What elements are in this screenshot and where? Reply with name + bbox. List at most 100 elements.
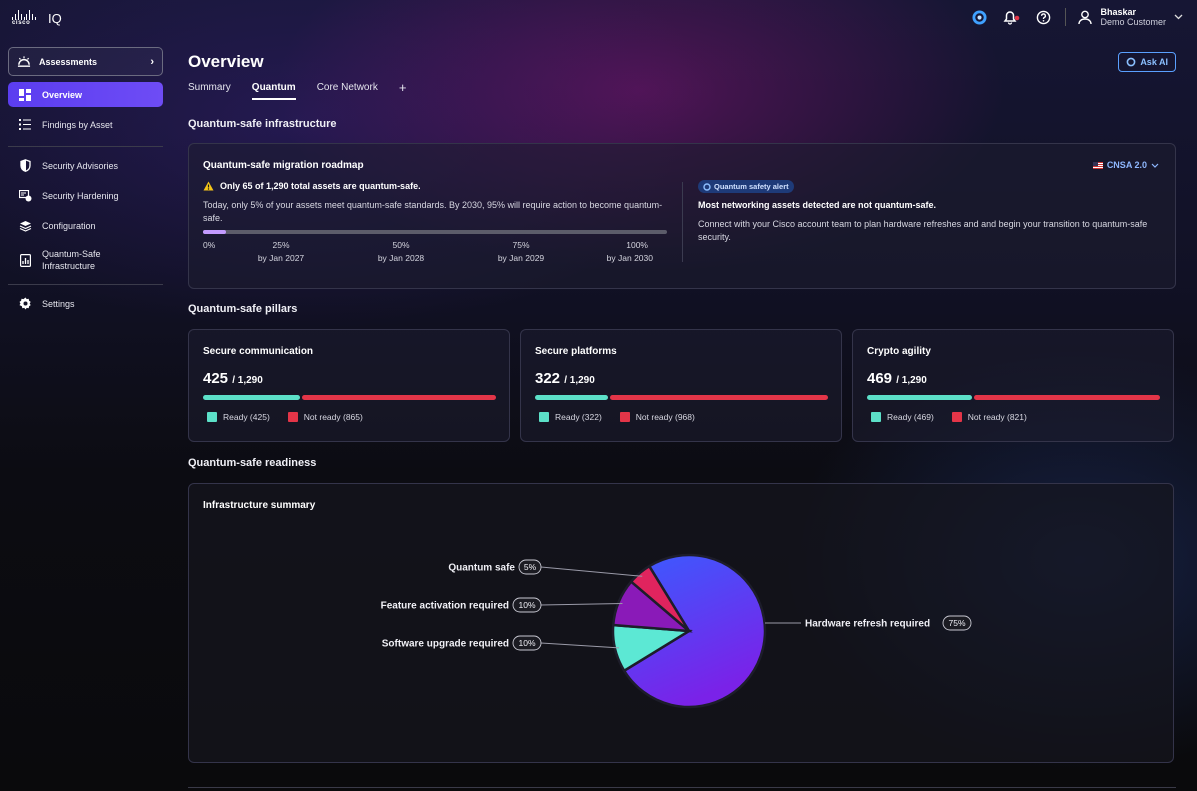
sidebar-item-settings[interactable]: Settings [8,291,163,316]
pie-label: Software upgrade required [382,639,509,650]
tab-summary[interactable]: Summary [188,82,231,100]
layers-icon [18,219,32,233]
report-icon [18,253,32,267]
help-icon[interactable] [1033,7,1053,27]
legend-ready: Ready (425) [207,412,270,422]
user-name: Bhaskar [1100,7,1136,17]
ai-sparkle-icon [1126,57,1136,67]
not-ready-segment [301,395,496,400]
pillar-card-secure-platforms: Secure platforms 322 / 1,290 Ready (322)… [520,329,842,442]
sidebar: Assessments › Overview Findings by Asset… [8,47,163,316]
sidebar-item-label-line2: Infrastructure [42,261,96,271]
user-organization: Demo Customer [1100,17,1166,27]
readiness-bar [867,395,1160,400]
assessments-label: Assessments [39,56,98,67]
section-title-infrastructure: Quantum-safe infrastructure [188,118,337,130]
ready-segment [203,395,300,400]
migration-progress-fill [203,230,227,234]
milestone-pct: 0% [203,240,216,250]
milestone-pct: 75% [512,240,530,250]
pillar-card-crypto-agility: Crypto agility 469 / 1,290 Ready (469) N… [852,329,1174,442]
legend-label: Not ready (865) [303,412,363,422]
list-icon [18,118,32,132]
milestone-50: 50% by Jan 2028 [375,239,427,265]
pie-label: Feature activation required [381,601,509,612]
sidebar-item-quantum-safe-infrastructure[interactable]: Quantum-Safe Infrastructure [8,243,163,277]
cisco-wordmark: cisco [12,20,31,26]
ai-assistant-icon[interactable] [969,7,989,27]
assessments-menu-button[interactable]: Assessments › [8,47,163,76]
tab-bar: Summary Quantum Core Network + [188,80,407,100]
us-flag-icon [1092,161,1103,169]
warning-text: Only 65 of 1,290 total assets are quantu… [220,181,421,191]
alert-description: Connect with your Cisco account team to … [698,219,1148,242]
readiness-bar [535,395,828,400]
total-count: / 1,290 [564,375,595,386]
pie-value-label: 5% [524,562,537,572]
sidebar-item-security-hardening[interactable]: Security Hardening [8,183,163,208]
ready-swatch [207,412,217,422]
ready-count: 322 [535,370,561,387]
migration-roadmap-card: Quantum-safe migration roadmap CNSA 2.0 … [188,143,1176,289]
milestone-date: by Jan 2030 [606,253,653,263]
legend-not-ready: Not ready (968) [619,412,695,422]
pie-label: Quantum safe [448,563,515,574]
add-tab-button[interactable]: + [399,80,407,100]
section-title-pillars: Quantum-safe pillars [188,303,298,315]
milestone-date: by Jan 2028 [377,253,425,263]
alert-title: Most networking assets detected are not … [698,200,937,210]
ask-ai-button[interactable]: Ask AI [1118,52,1176,72]
not-ready-segment [974,395,1160,400]
top-bar: cisco IQ Bhaskar Demo Customer [0,0,1197,38]
quantum-safety-alert-badge: Quantum safety alert [698,180,794,193]
sidebar-item-label: Security Hardening [42,190,119,201]
milestone-pct: 25% [272,240,290,250]
card-title: Quantum-safe migration roadmap [203,160,364,171]
sidebar-item-findings-by-asset[interactable]: Findings by Asset [8,112,163,137]
sidebar-divider [8,284,163,285]
tab-quantum[interactable]: Quantum [251,82,296,100]
ready-segment [535,395,609,400]
product-name: IQ [48,10,62,26]
tab-core-network[interactable]: Core Network [317,82,378,100]
ready-swatch [539,412,549,422]
not-ready-swatch [287,412,298,422]
migration-progress-bar [203,230,667,234]
info-icon [703,182,711,191]
sidebar-item-configuration[interactable]: Configuration [8,213,163,238]
readiness-bar [203,395,496,400]
pillar-title: Crypto agility [867,346,931,357]
sidebar-item-label: Settings [42,298,75,309]
not-ready-swatch [619,412,630,422]
legend-ready: Ready (469) [871,412,934,422]
milestone-pct: 50% [392,240,410,250]
pillar-card-secure-communication: Secure communication 425 / 1,290 Ready (… [188,329,510,442]
pie-value-label: 10% [518,638,535,648]
pie-value-label: 10% [518,600,535,610]
sidebar-item-overview[interactable]: Overview [8,82,163,107]
section-title-readiness: Quantum-safe readiness [188,457,317,469]
warning-icon [203,181,214,191]
legend-not-ready: Not ready (865) [287,412,363,422]
legend-label: Ready (322) [555,412,602,422]
ask-ai-label: Ask AI [1140,57,1168,67]
shield-icon [18,159,32,173]
pillar-title: Secure communication [203,346,314,357]
roadmap-description: Today, only 5% of your assets meet quant… [203,200,663,223]
milestone-25: 25% by Jan 2027 [255,239,307,265]
sidebar-divider [8,146,163,147]
standard-selector[interactable]: CNSA 2.0 [1092,160,1159,170]
sidebar-item-security-advisories[interactable]: Security Advisories [8,153,163,178]
pie-leader-line [540,566,643,577]
legend-label: Ready (425) [223,412,270,422]
milestone-date: by Jan 2027 [257,253,305,263]
sidebar-item-label: Overview [42,89,83,100]
legend-ready: Ready (322) [539,412,602,422]
user-menu[interactable]: Bhaskar Demo Customer [1078,7,1183,27]
total-count: / 1,290 [896,375,927,386]
chevron-down-icon [1174,14,1183,20]
notifications-bell-icon[interactable] [1001,7,1021,27]
cisco-iq-logo[interactable]: cisco IQ [12,10,62,26]
standard-label: CNSA 2.0 [1106,160,1147,170]
legend-not-ready: Not ready (821) [951,412,1027,422]
